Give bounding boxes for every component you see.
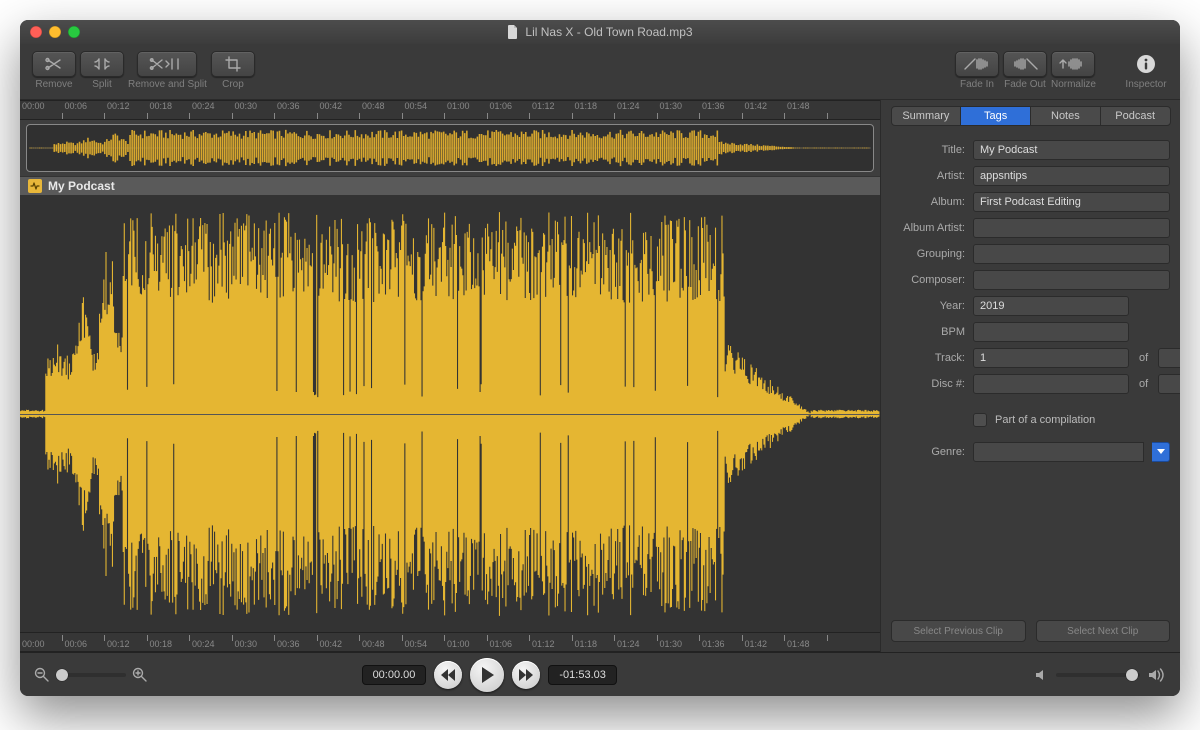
artist-field[interactable] xyxy=(973,166,1170,186)
titlebar: Lil Nas X - Old Town Road.mp3 xyxy=(20,20,1180,44)
split-button[interactable]: Split xyxy=(80,51,124,90)
composer-field[interactable] xyxy=(973,270,1170,290)
normalize-button[interactable]: Normalize xyxy=(1051,51,1096,90)
select-next-clip-button[interactable]: Select Next Clip xyxy=(1036,620,1171,642)
toolbar: Remove Split Remove and Split Crop Fade … xyxy=(20,44,1180,100)
main-waveform[interactable] xyxy=(20,196,880,632)
overview-waveform[interactable] xyxy=(26,124,874,172)
fade-in-icon xyxy=(963,57,991,71)
overview-wave-svg xyxy=(29,127,871,169)
zoom-slider[interactable] xyxy=(56,673,126,677)
remove-button[interactable]: Remove xyxy=(32,51,76,90)
crop-button[interactable]: Crop xyxy=(211,51,255,90)
transport-bar: 00:00.00 -01:53.03 xyxy=(20,652,1180,696)
compilation-checkbox[interactable] xyxy=(973,413,987,427)
close-window-button[interactable] xyxy=(30,26,42,38)
tab-notes[interactable]: Notes xyxy=(1031,107,1101,125)
content-area: 00:0000:0600:1200:1800:2400:3000:3600:42… xyxy=(20,100,1180,652)
traffic-lights xyxy=(30,26,80,38)
inspector-nav: Select Previous Clip Select Next Clip xyxy=(881,610,1180,652)
clip-icon xyxy=(28,179,42,193)
tab-tags[interactable]: Tags xyxy=(961,107,1031,125)
crop-icon xyxy=(225,56,241,72)
fade-in-button[interactable]: Fade In xyxy=(955,51,999,90)
inspector-button[interactable]: Inspector xyxy=(1124,51,1168,90)
zoom-out-icon[interactable] xyxy=(34,667,50,683)
volume-slider[interactable] xyxy=(1056,673,1140,677)
document-icon xyxy=(507,25,519,39)
chevron-down-icon xyxy=(1157,449,1165,455)
volume-control xyxy=(1034,668,1166,682)
genre-dropdown-button[interactable] xyxy=(1152,442,1170,462)
info-icon xyxy=(1135,53,1157,75)
grouping-field[interactable] xyxy=(973,244,1170,264)
disc-total-field[interactable] xyxy=(1158,374,1180,394)
timeline-ruler-top[interactable]: 00:0000:0600:1200:1800:2400:3000:3600:42… xyxy=(20,100,880,120)
year-field[interactable] xyxy=(973,296,1129,316)
split-icon xyxy=(93,57,111,71)
tags-form: Title: Artist: Album: Album Artist: Grou… xyxy=(881,134,1180,468)
bpm-field[interactable] xyxy=(973,322,1129,342)
compilation-label: Part of a compilation xyxy=(995,414,1095,426)
normalize-icon xyxy=(1059,57,1087,71)
album-artist-field[interactable] xyxy=(973,218,1170,238)
timeline-ruler-bottom[interactable]: 00:0000:0600:1200:1800:2400:3000:3600:42… xyxy=(20,632,880,652)
zoom-control xyxy=(34,667,148,683)
title-field[interactable] xyxy=(973,140,1170,160)
zoom-in-icon[interactable] xyxy=(132,667,148,683)
genre-field[interactable] xyxy=(973,442,1144,462)
window-title: Lil Nas X - Old Town Road.mp3 xyxy=(507,25,692,39)
current-time-display: 00:00.00 xyxy=(362,665,427,685)
app-window: Lil Nas X - Old Town Road.mp3 Remove Spl… xyxy=(20,20,1180,696)
inspector-tabs: Summary Tags Notes Podcast xyxy=(891,106,1171,126)
scissors-icon xyxy=(45,57,63,71)
fast-forward-button[interactable] xyxy=(512,661,540,689)
scissors-split-icon xyxy=(149,57,185,71)
clip-header[interactable]: My Podcast xyxy=(20,176,880,196)
rewind-button[interactable] xyxy=(434,661,462,689)
disc-number-field[interactable] xyxy=(973,374,1129,394)
track-total-field[interactable] xyxy=(1158,348,1180,368)
fade-out-button[interactable]: Fade Out xyxy=(1003,51,1047,90)
inspector-panel: Summary Tags Notes Podcast Title: Artist… xyxy=(880,100,1180,652)
clip-name: My Podcast xyxy=(48,179,115,193)
select-previous-clip-button[interactable]: Select Previous Clip xyxy=(891,620,1026,642)
volume-high-icon xyxy=(1148,668,1166,682)
volume-low-icon xyxy=(1034,668,1048,682)
window-title-text: Lil Nas X - Old Town Road.mp3 xyxy=(525,25,692,39)
playback-controls: 00:00.00 -01:53.03 xyxy=(362,658,617,692)
album-field[interactable] xyxy=(973,192,1170,212)
editor-pane: 00:0000:0600:1200:1800:2400:3000:3600:42… xyxy=(20,100,880,652)
play-button[interactable] xyxy=(470,658,504,692)
tab-podcast[interactable]: Podcast xyxy=(1101,107,1170,125)
fade-out-icon xyxy=(1011,57,1039,71)
remove-and-split-button[interactable]: Remove and Split xyxy=(128,51,207,90)
track-number-field[interactable] xyxy=(973,348,1129,368)
zoom-window-button[interactable] xyxy=(68,26,80,38)
minimize-window-button[interactable] xyxy=(49,26,61,38)
remaining-time-display: -01:53.03 xyxy=(548,665,616,685)
tab-summary[interactable]: Summary xyxy=(892,107,962,125)
